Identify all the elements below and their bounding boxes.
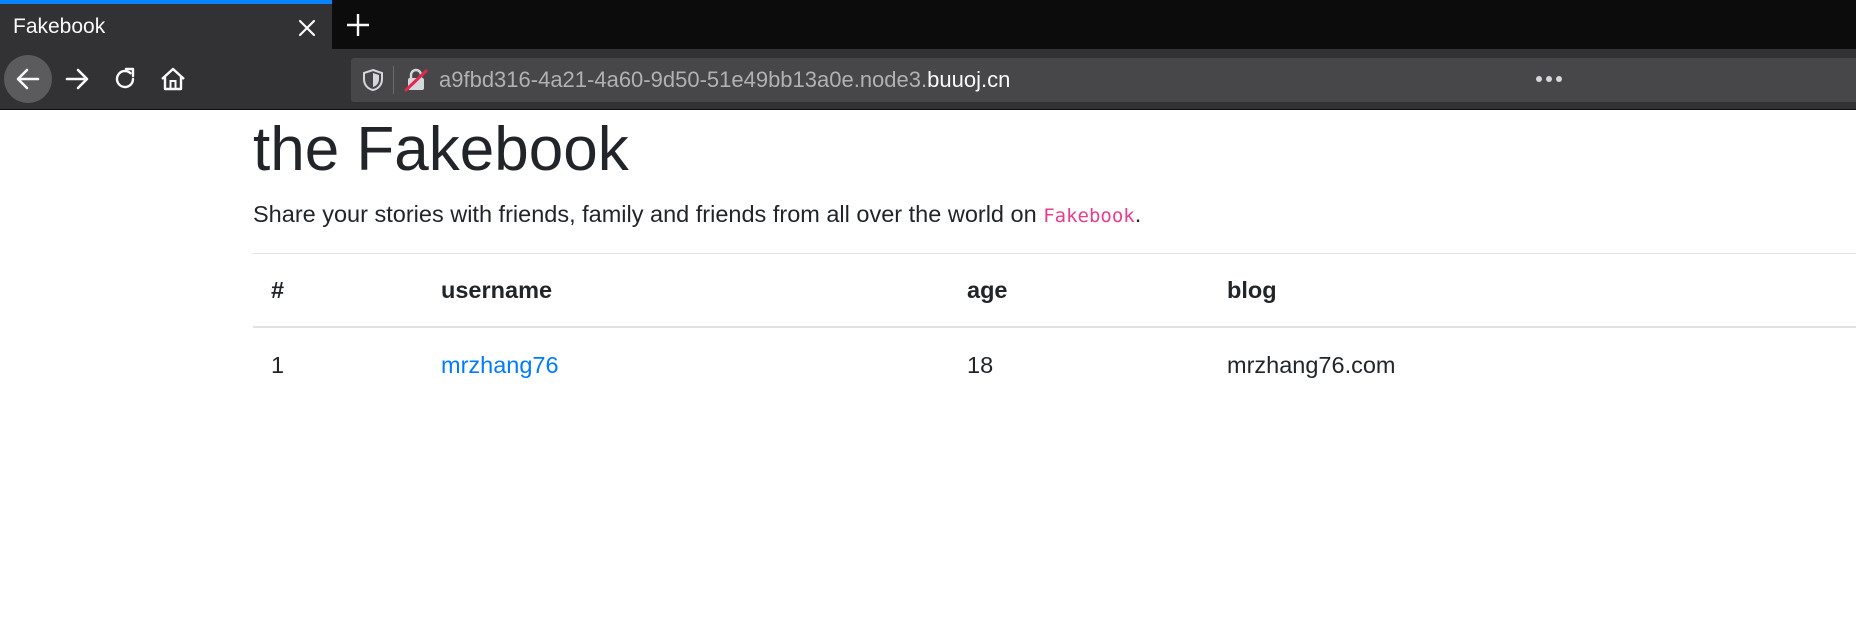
header-blog: blog — [1209, 254, 1856, 328]
ellipsis-icon[interactable] — [1530, 65, 1570, 93]
users-table: # username age blog 1 mrzhang76 18 mrzha… — [253, 254, 1856, 403]
arrow-left-icon — [16, 68, 40, 90]
cell-num: 1 — [271, 352, 285, 378]
cell-username: mrzhang76 — [423, 327, 949, 403]
username-link[interactable]: mrzhang76 — [441, 352, 559, 378]
lead-code: Fakebook — [1043, 205, 1135, 227]
url-host-domain: buuoj.cn — [927, 67, 1011, 92]
url-separator — [393, 66, 394, 94]
reload-icon — [115, 67, 135, 89]
tab-bar: Fakebook — [0, 0, 1856, 49]
header-username: username — [423, 254, 949, 328]
forward-button[interactable] — [53, 55, 101, 103]
lead-text: Share your stories with friends, family … — [253, 201, 1044, 227]
page-title: the Fakebook — [253, 115, 629, 184]
tab-title: Fakebook — [13, 15, 106, 38]
header-age: age — [949, 254, 1209, 328]
url-host-subdomain: a9fbd316-4a21-4a60-9d50-51e49bb13a0e.nod… — [439, 67, 928, 92]
table-row: 1 mrzhang76 18 mrzhang76.com — [253, 327, 1856, 403]
url-bar[interactable]: a9fbd316-4a21-4a60-9d50-51e49bb13a0e.nod… — [351, 58, 1856, 102]
cell-blog: mrzhang76.com — [1227, 352, 1396, 378]
table-header-row: # username age blog — [253, 254, 1856, 328]
close-icon[interactable] — [294, 15, 320, 41]
lead-end: . — [1134, 201, 1142, 227]
cell-age: 18 — [967, 352, 994, 378]
lock-struck-icon[interactable] — [403, 67, 429, 93]
home-icon — [161, 67, 185, 91]
back-button[interactable] — [4, 55, 52, 103]
url-text[interactable]: a9fbd316-4a21-4a60-9d50-51e49bb13a0e.nod… — [439, 66, 1010, 94]
home-button[interactable] — [149, 55, 197, 103]
lead-paragraph: Share your stories with friends, family … — [253, 198, 1141, 232]
navigation-toolbar: a9fbd316-4a21-4a60-9d50-51e49bb13a0e.nod… — [0, 49, 1856, 110]
header-num: # — [253, 254, 423, 328]
reload-button[interactable] — [101, 55, 149, 103]
plus-icon[interactable] — [344, 11, 372, 39]
tab-fakebook[interactable]: Fakebook — [0, 0, 332, 49]
shield-icon[interactable] — [361, 68, 385, 92]
arrow-right-icon — [65, 68, 89, 90]
